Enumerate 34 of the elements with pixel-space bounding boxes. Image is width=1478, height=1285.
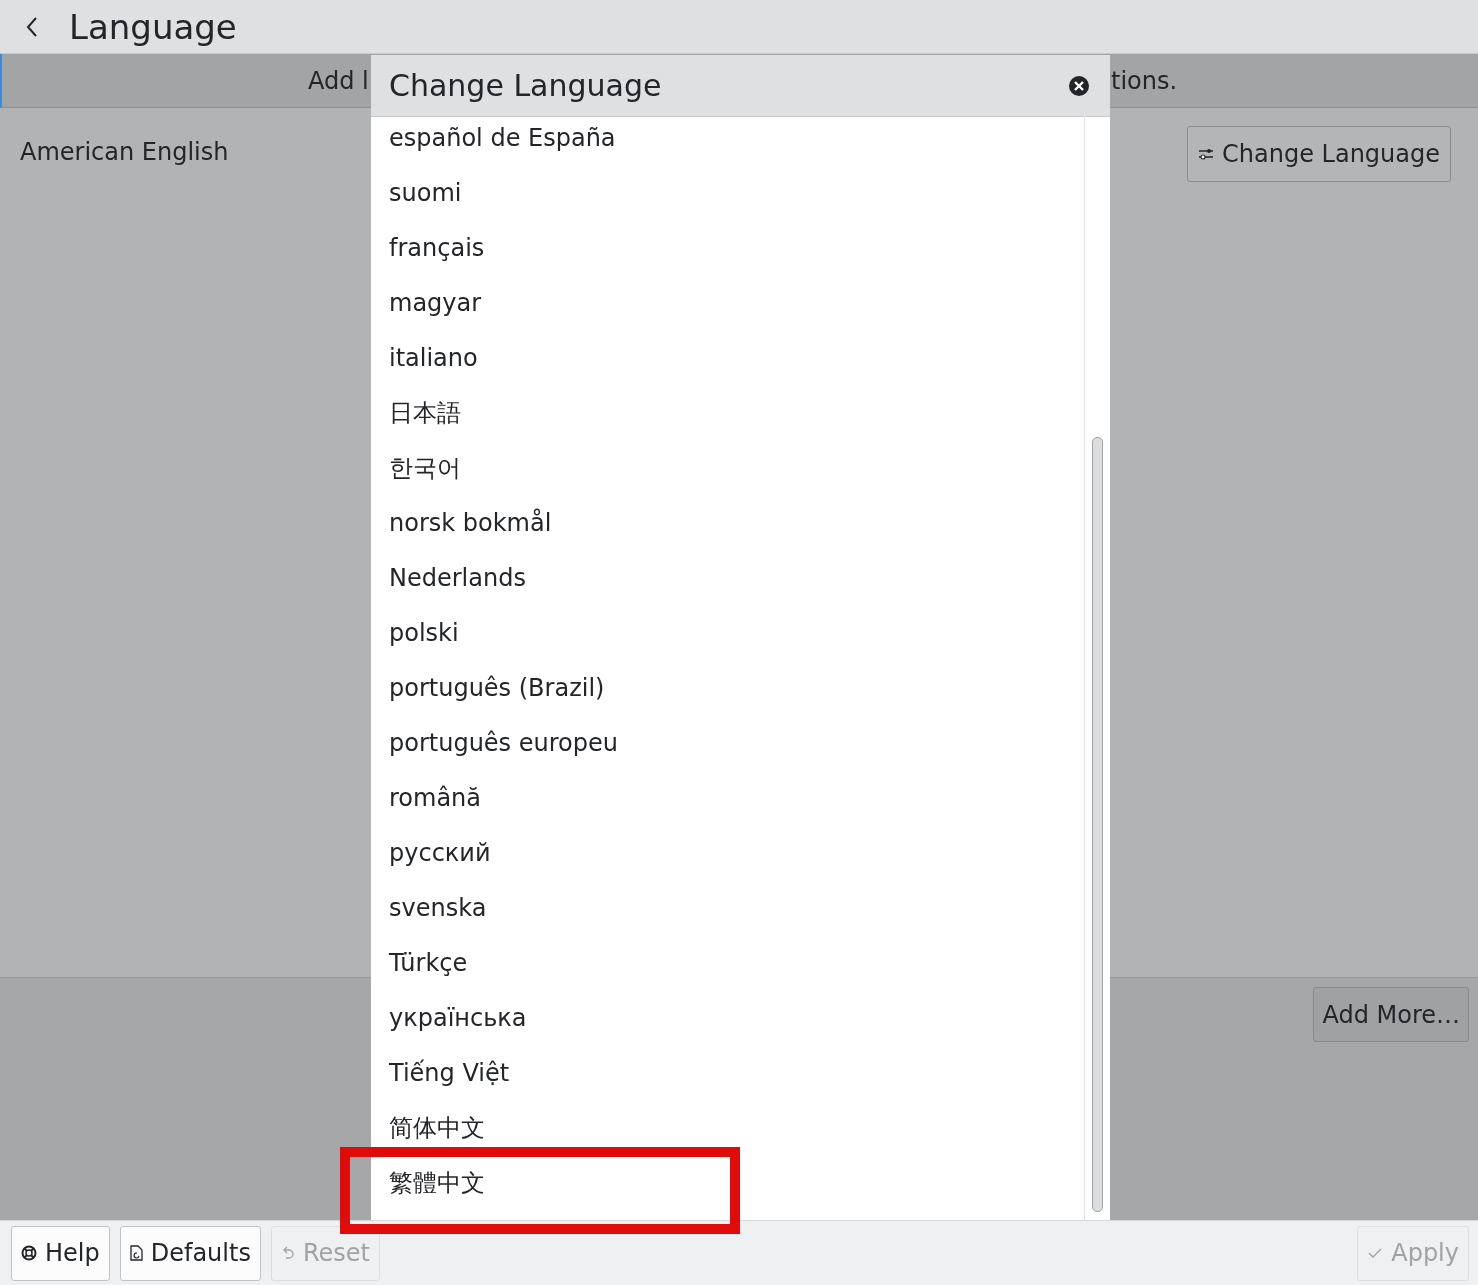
add-more-button[interactable]: Add More… (1313, 987, 1469, 1042)
language-list-item[interactable]: svenska (389, 894, 487, 923)
language-list-item[interactable]: norsk bokmål (389, 509, 552, 538)
lifebuoy-icon (21, 1245, 37, 1261)
language-list-item[interactable]: français (389, 234, 485, 263)
banner-text: Add l (308, 66, 370, 95)
language-list-item[interactable]: 한국어 (389, 454, 461, 483)
language-list-item[interactable]: italiano (389, 344, 478, 373)
language-list-item[interactable]: polski (389, 619, 459, 648)
dialog-title: Change Language (389, 68, 662, 103)
page-title: Language (69, 6, 237, 47)
language-list-item[interactable]: русский (389, 839, 491, 868)
sliders-icon (1198, 147, 1215, 161)
language-list-item[interactable]: português europeu (389, 729, 618, 758)
language-list-item[interactable]: 繁體中文 (389, 1169, 485, 1198)
language-list-item[interactable]: 日本語 (389, 399, 461, 428)
language-list-item[interactable]: Nederlands (389, 564, 526, 593)
change-language-button[interactable]: Change Language (1187, 126, 1451, 182)
close-icon[interactable] (1068, 74, 1090, 97)
language-list-item[interactable]: Tiếng Việt (389, 1059, 510, 1088)
language-list-item[interactable]: português (Brazil) (389, 674, 605, 703)
language-list-item[interactable]: română (389, 784, 482, 813)
language-list-item[interactable]: magyar (389, 289, 482, 318)
banner-text: tions. (1111, 66, 1178, 95)
language-list-item[interactable]: українська (389, 1004, 527, 1033)
language-name: American English (20, 138, 229, 166)
language-list-item[interactable]: suomi (389, 179, 462, 208)
checkmark-icon (1367, 1246, 1384, 1260)
footer-button[interactable]: Defaults (119, 1225, 261, 1281)
document-icon (129, 1245, 143, 1261)
language-list-item[interactable]: 简体中文 (389, 1114, 485, 1143)
footer-button[interactable]: Help (11, 1225, 110, 1281)
language-list-item[interactable]: Türkçe (389, 949, 468, 978)
language-list-item[interactable]: español de España (389, 124, 616, 153)
